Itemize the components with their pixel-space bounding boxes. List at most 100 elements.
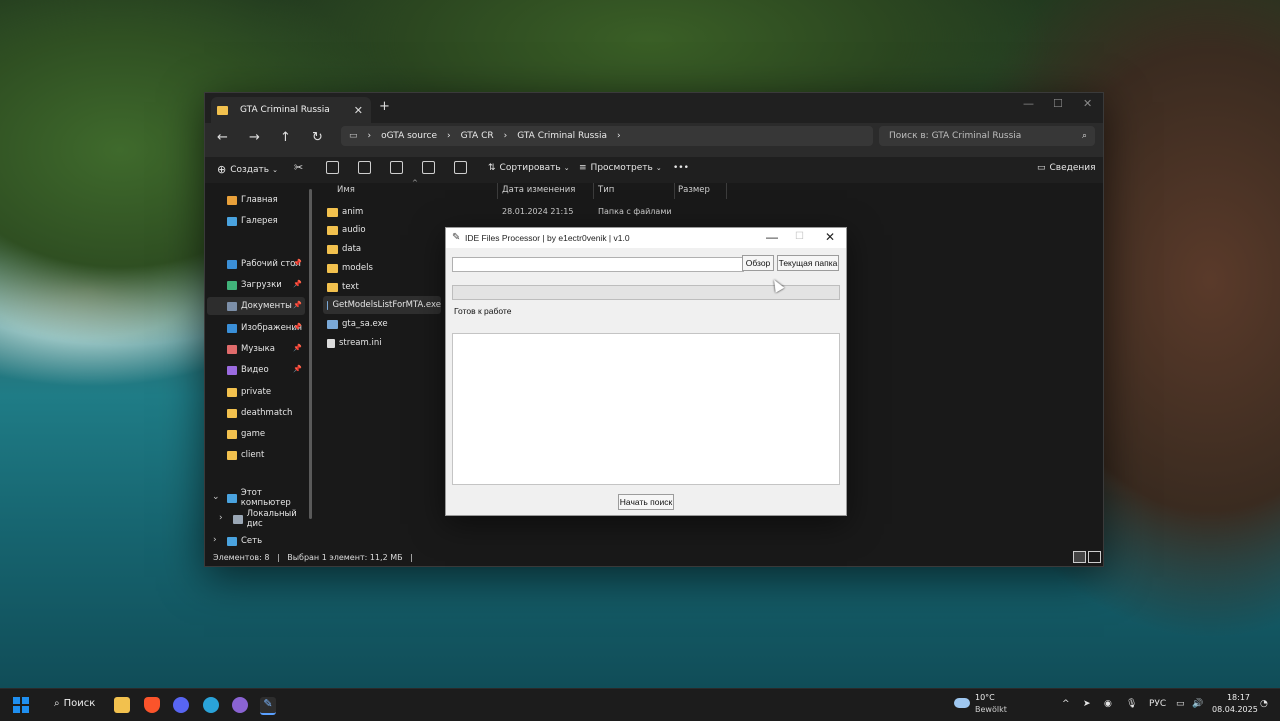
column-header-type[interactable]: Тип [598,185,614,195]
chevron-down-icon[interactable]: ⌄ [212,492,220,502]
close-dialog-icon[interactable]: ✕ [825,230,835,244]
discord-icon[interactable] [173,697,189,713]
sidebar-item[interactable]: Документы [207,297,305,315]
chevron-right-icon: › [616,131,621,141]
forward-icon[interactable]: → [249,130,260,145]
sidebar-item[interactable]: Галерея [227,212,278,230]
sidebar-scrollbar[interactable] [309,189,312,519]
close-tab-icon[interactable]: ✕ [354,104,363,117]
more-options-button[interactable]: ••• [673,163,689,173]
chevron-up-icon[interactable]: ^ [1062,699,1070,709]
view-button[interactable]: ≡ Просмотреть ⌄ [579,163,662,173]
github-icon[interactable] [232,697,248,713]
pin-icon: 📌 [293,280,302,288]
network-icon[interactable]: ▭ [1176,699,1185,709]
sidebar-item[interactable]: private [227,383,271,401]
close-window-icon[interactable]: ✕ [1083,97,1092,110]
column-header-size[interactable]: Размер [678,185,710,195]
back-icon[interactable]: ← [217,130,228,145]
explorer-tab[interactable]: GTA Criminal Russia ✕ [211,97,371,123]
breadcrumb-item[interactable]: GTA CR [461,131,494,141]
minimize-icon[interactable]: — [766,230,778,244]
file-name: anim [342,207,364,217]
create-button[interactable]: ⊕ Создать ⌄ [217,163,278,176]
file-row[interactable]: stream.ini [327,334,382,352]
file-row[interactable]: text [327,278,359,296]
telegram-tray-icon[interactable]: ➤ [1083,699,1091,709]
column-divider[interactable] [593,183,594,199]
language-indicator[interactable]: РУС [1149,699,1166,709]
share-icon[interactable] [422,161,435,174]
sidebar-item[interactable]: Изображения [227,319,302,337]
microphone-icon[interactable]: 🎙 [1126,699,1137,709]
sidebar-item[interactable]: game [227,425,265,443]
details-button[interactable]: ▭ Сведения [1037,163,1096,173]
taskbar-search[interactable]: ⌕ Поиск [54,698,95,709]
sidebar-item[interactable]: deathmatch [227,404,292,422]
delete-icon[interactable] [454,161,467,174]
sort-indicator-icon: ^ [412,179,418,187]
folder-path-input[interactable] [452,257,744,272]
refresh-icon[interactable]: ↻ [312,130,323,145]
file-row[interactable]: data [327,240,361,258]
rename-icon[interactable] [390,161,403,174]
address-bar[interactable]: ▭ › oGTA source › GTA CR › GTA Criminal … [341,126,873,146]
column-header-date[interactable]: Дата изменения [502,185,575,195]
discord-tray-icon[interactable]: ◉ [1104,699,1112,709]
sidebar-item[interactable]: Этот компьютер [227,488,313,508]
sidebar-item[interactable]: Сеть [227,532,262,550]
output-textarea[interactable] [452,333,840,485]
volume-icon[interactable]: 🔊 [1192,699,1203,709]
sidebar-item[interactable]: Загрузки [227,276,282,294]
notification-bell-icon[interactable]: ◔ [1260,699,1268,709]
clock-date[interactable]: 08.04.2025 [1212,705,1258,714]
pin-icon: 📌 [293,259,302,267]
sidebar-item[interactable]: Рабочий стол [227,255,301,273]
windows-start-icon[interactable] [13,697,29,713]
sidebar-item-label: game [241,429,266,439]
file-row[interactable]: gta_sa.exe [327,315,388,333]
cut-icon[interactable]: ✂ [294,161,303,174]
clock-time[interactable]: 18:17 [1214,693,1250,702]
file-row[interactable]: GetModelsListForMTA.exe [323,296,441,314]
column-header-name[interactable]: Имя [337,185,355,195]
file-row[interactable]: models [327,259,373,277]
new-tab-button[interactable]: + [379,99,390,114]
column-divider[interactable] [497,183,498,199]
sidebar-item[interactable]: Главная [227,191,278,209]
maximize-icon[interactable]: ☐ [1053,97,1063,110]
copy-icon[interactable] [326,161,339,174]
search-box[interactable]: Поиск в: GTA Criminal Russia ⌕ [879,126,1095,146]
search-icon[interactable]: ⌕ [1082,131,1087,141]
chevron-right-icon[interactable]: › [213,535,217,545]
sidebar-item[interactable]: Видео [227,361,269,379]
chevron-right-icon[interactable]: › [219,513,223,523]
folder-icon [227,408,237,418]
start-search-button[interactable]: Начать поиск [618,494,674,510]
sidebar-item[interactable]: Музыка [227,340,275,358]
plus-circle-icon: ⊕ [217,163,227,176]
weather-temp[interactable]: 10°C [975,693,995,702]
telegram-icon[interactable] [203,697,219,713]
current-folder-button[interactable]: Текущая папка [777,255,839,271]
tiles-view-icon[interactable] [1088,551,1101,563]
sidebar-item[interactable]: Локальный дис [233,509,313,529]
details-view-icon[interactable] [1073,551,1086,563]
file-explorer-taskbar-icon[interactable] [114,697,130,713]
column-divider[interactable] [726,183,727,199]
paste-icon[interactable] [358,161,371,174]
up-icon[interactable]: ↑ [280,130,291,145]
brave-browser-icon[interactable] [144,697,160,713]
file-row[interactable]: audio [327,221,366,239]
python-feather-app-icon[interactable]: ✎ [260,697,276,715]
minimize-icon[interactable]: — [1023,97,1034,110]
sidebar-item[interactable]: client [227,446,264,464]
file-row[interactable]: anim [327,203,363,221]
breadcrumb-item[interactable]: oGTA source [381,131,437,141]
breadcrumb-item[interactable]: GTA Criminal Russia [517,131,607,141]
weather-desc[interactable]: Bewölkt [975,705,1007,714]
browse-button[interactable]: Обзор [742,255,774,271]
sort-button[interactable]: ⇅ Сортировать ⌄ [488,163,570,173]
home-icon [227,195,237,205]
column-divider[interactable] [674,183,675,199]
